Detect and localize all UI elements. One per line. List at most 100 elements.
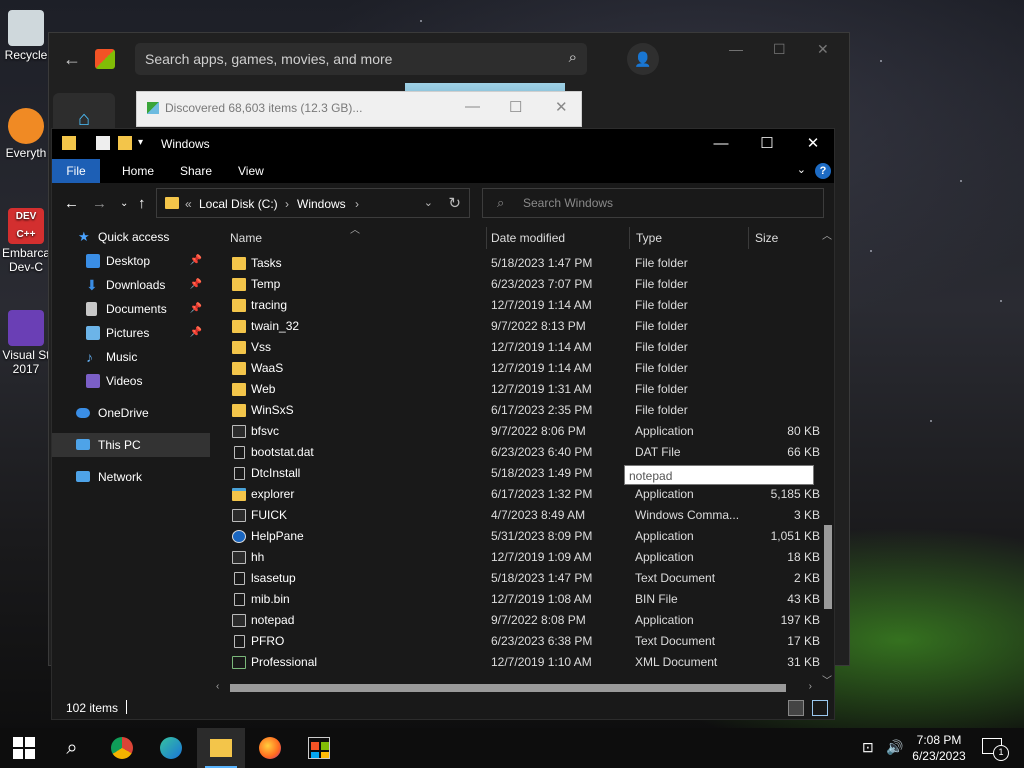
table-row[interactable]: Vss 12/7/2019 1:14 AM File folder (214, 337, 820, 358)
table-row[interactable]: HelpPane 5/31/2023 8:09 PM Application 1,05… (214, 526, 820, 547)
close-button[interactable]: ✕ (790, 129, 836, 159)
nav-onedrive[interactable]: OneDrive (52, 401, 210, 425)
table-row[interactable]: Web 12/7/2019 1:31 AM File folder (214, 379, 820, 400)
volume-icon[interactable]: 🔊 (886, 739, 903, 756)
pin-icon[interactable]: 📌 (190, 321, 202, 345)
new-folder-icon[interactable] (118, 136, 132, 150)
table-row[interactable]: tracing 12/7/2019 1:14 AM File folder (214, 295, 820, 316)
maximize-button[interactable]: ☐ (744, 129, 790, 159)
table-row[interactable]: Tasks 5/18/2023 1:47 PM File folder (214, 253, 820, 274)
nav-this-pc[interactable]: This PC (52, 433, 210, 457)
properties-icon[interactable] (96, 136, 110, 150)
back-arrow-icon[interactable]: ← (49, 49, 95, 70)
table-row[interactable]: WinSxS 6/17/2023 2:35 PM File folder (214, 400, 820, 421)
system-clock[interactable]: 7:08 PM 6/23/2023 (910, 732, 968, 764)
start-button[interactable] (0, 728, 48, 768)
store-close-button[interactable]: ✕ (817, 41, 829, 58)
search-button[interactable]: ⌕ (48, 728, 96, 768)
taskbar-file-explorer[interactable] (197, 728, 245, 768)
nav-downloads[interactable]: ⬇ Downloads 📌 (52, 273, 210, 297)
store-search-input[interactable]: Search apps, games, movies, and more ⌕ (135, 43, 587, 75)
scroll-down-icon[interactable]: ﹀ (822, 672, 832, 687)
nav-desktop[interactable]: Desktop 📌 (52, 249, 210, 273)
table-row[interactable]: FUICK 4/7/2023 8:49 AM Windows Comma... 3 K… (214, 505, 820, 526)
tab-file[interactable]: File (52, 159, 100, 183)
column-name[interactable]: Name (230, 225, 262, 251)
nav-documents[interactable]: Documents 📌 (52, 297, 210, 321)
progress-minimize-button[interactable]: — (465, 98, 480, 115)
table-row[interactable]: PFRO 6/23/2023 6:38 PM Text Document 17 KB (214, 631, 820, 652)
nav-music[interactable]: ♪ Music (52, 345, 210, 369)
file-explorer-window: ▾ Windows — ☐ ✕ File Home Share View ⌄ ?… (51, 128, 835, 720)
expand-ribbon-icon[interactable]: ⌄ (797, 163, 806, 176)
horizontal-scroll-thumb[interactable] (230, 684, 786, 692)
horizontal-scrollbar[interactable]: ‹ › (214, 681, 818, 695)
account-icon[interactable]: 👤 (627, 43, 659, 75)
vertical-scrollbar[interactable]: ︿ ﹀ (822, 227, 834, 687)
forward-button[interactable]: → (92, 195, 107, 212)
breadcrumb-windows[interactable]: Windows (297, 197, 346, 211)
tab-view[interactable]: View (228, 159, 274, 183)
network-icon[interactable]: ⊡ (862, 739, 874, 756)
table-row[interactable]: Professional 12/7/2019 1:10 AM XML Documen… (214, 652, 820, 673)
minimize-button[interactable]: — (698, 129, 744, 159)
table-row[interactable]: notepad 9/7/2022 8:08 PM Application 197 KB (214, 610, 820, 631)
desktop-icon-everything[interactable]: Everyth (0, 108, 52, 160)
progress-close-button[interactable]: ✕ (555, 98, 568, 116)
recent-locations-icon[interactable]: ⌄ (120, 198, 128, 209)
help-icon[interactable]: ? (815, 163, 831, 179)
desktop-icon-recycle-bin[interactable]: Recycle (0, 10, 52, 62)
pin-icon[interactable]: 📌 (190, 297, 202, 321)
table-row[interactable]: WaaS 12/7/2019 1:14 AM File folder (214, 358, 820, 379)
scroll-right-icon[interactable]: › (809, 681, 812, 692)
taskbar-firefox[interactable] (246, 728, 294, 768)
back-button[interactable]: ← (64, 195, 79, 212)
desktop-icon-dev-cpp[interactable]: DEV C++ Embarca Dev-C (0, 208, 52, 274)
column-size[interactable]: Size (755, 225, 778, 251)
column-type[interactable]: Type (636, 225, 662, 251)
table-row[interactable]: twain_32 9/7/2022 8:13 PM File folder (214, 316, 820, 337)
large-icons-view-button[interactable] (812, 700, 828, 716)
breadcrumb-local-disk[interactable]: Local Disk (C:) (199, 197, 278, 211)
nav-videos[interactable]: Videos (52, 369, 210, 393)
table-row[interactable]: explorer 6/17/2023 1:32 PM Application 5,18… (214, 484, 820, 505)
table-row[interactable]: lsasetup 5/18/2023 1:47 PM Text Document 2 … (214, 568, 820, 589)
address-bar[interactable]: « Local Disk (C:) › Windows › ⌄ ↻ (156, 188, 470, 218)
window-title: Windows (161, 137, 210, 151)
file-date: 6/23/2023 6:40 PM (491, 445, 593, 459)
notification-center-button[interactable]: 1 (982, 738, 1009, 761)
table-row[interactable]: hh 12/7/2019 1:09 AM Application 18 KB (214, 547, 820, 568)
desktop-icon-visual-studio[interactable]: Visual St 2017 (0, 310, 52, 376)
up-button[interactable]: ↑ (138, 195, 146, 212)
progress-maximize-button[interactable]: ☐ (509, 98, 522, 116)
scroll-left-icon[interactable]: ‹ (216, 681, 219, 692)
nav-quick-access[interactable]: ★ Quick access (52, 225, 210, 249)
address-dropdown-icon[interactable]: ⌄ (424, 196, 433, 209)
tab-share[interactable]: Share (170, 159, 222, 183)
search-box[interactable]: ⌕ (482, 188, 824, 218)
details-view-button[interactable] (788, 700, 804, 716)
search-icon[interactable]: ⌕ (569, 49, 577, 66)
pin-icon[interactable]: 📌 (190, 249, 202, 273)
table-row[interactable]: Temp 6/23/2023 7:07 PM File folder (214, 274, 820, 295)
star-icon: ★ (78, 229, 90, 244)
table-row[interactable]: bfsvc 9/7/2022 8:06 PM Application 80 KB (214, 421, 820, 442)
customize-toolbar-icon[interactable]: ▾ (138, 136, 152, 150)
table-row[interactable]: bootstat.dat 6/23/2023 6:40 PM DAT File 66 … (214, 442, 820, 463)
nav-network[interactable]: Network (52, 465, 210, 489)
taskbar-edge[interactable] (147, 728, 195, 768)
vertical-scroll-thumb[interactable] (824, 525, 832, 609)
refresh-icon[interactable]: ↻ (448, 194, 461, 212)
scroll-up-icon[interactable]: ︿ (822, 227, 832, 242)
search-input[interactable] (521, 195, 815, 211)
taskbar-chrome[interactable] (98, 728, 146, 768)
file-name: Web (251, 382, 276, 396)
store-maximize-button[interactable]: ☐ (773, 41, 786, 58)
store-minimize-button[interactable]: — (729, 41, 743, 57)
pin-icon[interactable]: 📌 (190, 273, 202, 297)
tab-home[interactable]: Home (112, 159, 164, 183)
column-date-modified[interactable]: Date modified (491, 225, 565, 251)
nav-pictures[interactable]: Pictures 📌 (52, 321, 210, 345)
taskbar-store[interactable] (295, 728, 343, 768)
table-row[interactable]: mib.bin 12/7/2019 1:08 AM BIN File 43 KB (214, 589, 820, 610)
